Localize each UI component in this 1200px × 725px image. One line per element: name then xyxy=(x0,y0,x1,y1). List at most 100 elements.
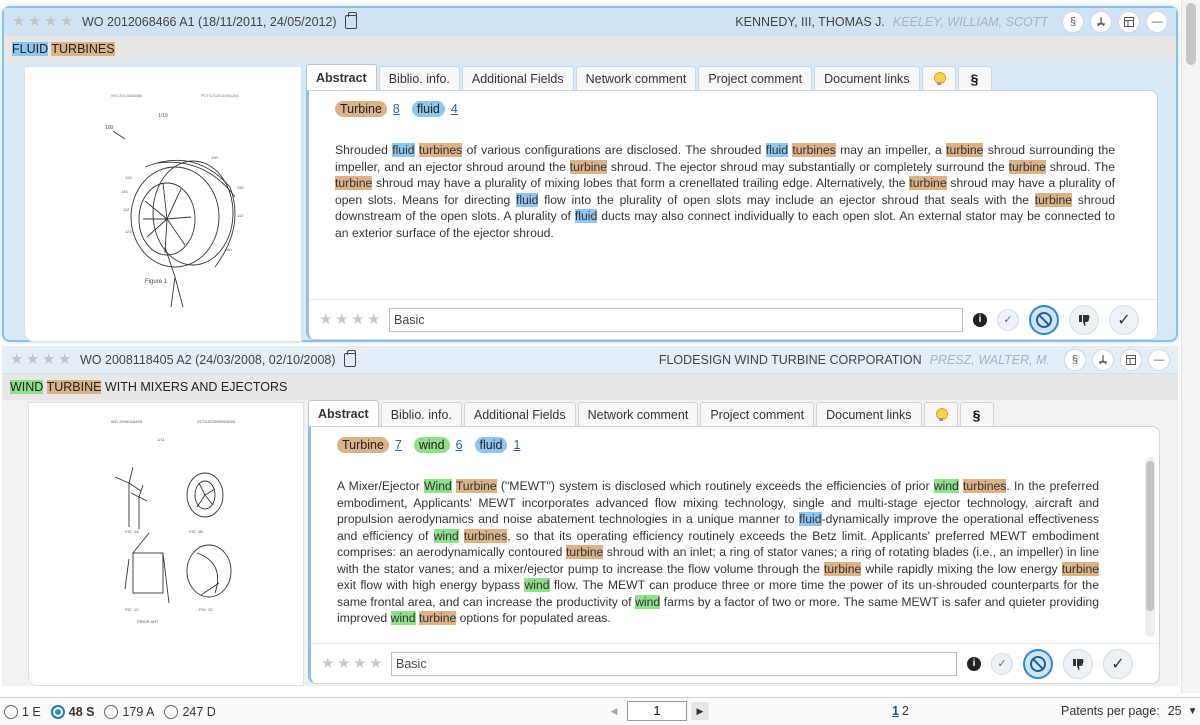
star-icon[interactable]: ★ xyxy=(369,656,383,671)
thumbs-down-button[interactable] xyxy=(1063,648,1093,679)
tab-additional-fields[interactable]: Additional Fields xyxy=(461,66,574,90)
keyword-chip[interactable]: wind xyxy=(413,437,450,453)
star-icon[interactable]: ★ xyxy=(42,352,56,367)
checkmark-small-button[interactable]: ✓ xyxy=(997,308,1019,331)
section-icon[interactable]: § xyxy=(1064,348,1086,371)
keyword-chip[interactable]: Turbine xyxy=(335,101,387,117)
prev-page-button[interactable]: ◀ xyxy=(605,702,623,720)
accept-button[interactable]: ✓ xyxy=(1109,304,1139,335)
filter-radio[interactable]: 179 A xyxy=(104,704,154,719)
check-icon: ✓ xyxy=(1111,655,1125,673)
star-icon[interactable]: ★ xyxy=(367,312,381,327)
page-input[interactable] xyxy=(627,701,687,721)
tab-network-comment[interactable]: Network comment xyxy=(577,402,699,426)
filter-radio[interactable]: 247 D xyxy=(164,704,216,719)
next-page-button[interactable]: ▶ xyxy=(691,702,709,720)
keyword-chip[interactable]: Turbine xyxy=(337,437,389,453)
tab-document-links[interactable]: Document links xyxy=(816,402,922,426)
keyword-count[interactable]: 6 xyxy=(456,438,463,452)
tab-abstract[interactable]: Abstract xyxy=(308,400,379,426)
chevron-down-icon[interactable]: ▼ xyxy=(1188,706,1198,717)
patent-card[interactable]: ★ ★ ★ ★ WO 2012068466 A1 (18/11/2011, 24… xyxy=(2,6,1178,342)
svg-text:150: 150 xyxy=(237,185,244,190)
star-icon[interactable]: ★ xyxy=(26,352,40,367)
radio-icon xyxy=(4,704,18,719)
patent-list[interactable]: ★ ★ ★ ★ WO 2012068466 A1 (18/11/2011, 24… xyxy=(0,0,1180,693)
collapse-icon[interactable]: — xyxy=(1148,348,1170,371)
tab-additional-fields[interactable]: Additional Fields xyxy=(463,402,576,426)
per-page-selector[interactable]: Patents per page: 25 ▼ xyxy=(1061,704,1198,718)
tab-biblio-info[interactable]: Biblio. info. xyxy=(378,66,460,90)
star-icon[interactable]: ★ xyxy=(351,312,365,327)
page-link-current[interactable]: 1 xyxy=(892,704,899,718)
review-rating[interactable]: ★ ★ ★ ★ xyxy=(319,312,381,327)
tab-legal[interactable]: § xyxy=(957,66,992,90)
rating-stars[interactable]: ★ ★ ★ ★ xyxy=(10,352,72,367)
tab-biblio-info[interactable]: Biblio. info. xyxy=(380,402,462,426)
info-icon[interactable]: i xyxy=(967,656,981,671)
section-icon: § xyxy=(970,70,979,87)
star-icon[interactable]: ★ xyxy=(10,352,24,367)
keyword-count[interactable]: 7 xyxy=(395,438,402,452)
keyword-count[interactable]: 1 xyxy=(513,438,520,452)
highlighted-keyword: turbine xyxy=(824,561,862,576)
block-button[interactable] xyxy=(1023,648,1053,679)
tab-network-comment[interactable]: Network comment xyxy=(575,66,697,90)
patent-card[interactable]: ★ ★ ★ ★ WO 2008118405 A2 (24/03/2008, 02… xyxy=(2,346,1178,686)
page-link[interactable]: 2 xyxy=(902,704,909,718)
accept-button[interactable]: ✓ xyxy=(1103,648,1133,679)
publication-number[interactable]: WO 2012068466 A1 (18/11/2011, 24/05/2012… xyxy=(82,15,337,29)
comment-input[interactable] xyxy=(389,307,963,332)
tab-hints[interactable] xyxy=(921,66,956,90)
per-page-value[interactable]: 25 xyxy=(1168,704,1182,718)
tab-project-comment[interactable]: Project comment xyxy=(700,402,815,426)
star-icon[interactable]: ★ xyxy=(44,14,58,29)
filter-radio[interactable]: 48 S xyxy=(50,704,94,719)
keyword-chip[interactable]: fluid xyxy=(474,437,508,453)
info-icon[interactable]: i xyxy=(973,312,987,327)
star-icon[interactable]: ★ xyxy=(321,656,335,671)
star-icon[interactable]: ★ xyxy=(337,656,351,671)
collapse-icon[interactable]: — xyxy=(1146,10,1168,33)
star-icon[interactable]: ★ xyxy=(12,14,26,29)
filter-radio[interactable]: 1 E xyxy=(4,704,41,719)
keyword-count[interactable]: 8 xyxy=(393,102,400,116)
layout-icon[interactable] xyxy=(1120,348,1142,371)
thumbs-down-button[interactable] xyxy=(1069,304,1099,335)
tab-document-links[interactable]: Document links xyxy=(814,66,920,90)
abstract-scrollbar[interactable] xyxy=(1145,457,1155,637)
keyword-chip[interactable]: fluid xyxy=(411,101,445,117)
scrollbar-thumb[interactable] xyxy=(1186,3,1196,65)
section-icon[interactable]: § xyxy=(1062,10,1084,33)
star-icon[interactable]: ★ xyxy=(353,656,367,671)
tab-abstract[interactable]: Abstract xyxy=(306,64,377,90)
star-icon[interactable]: ★ xyxy=(58,352,72,367)
svg-text:160: 160 xyxy=(225,247,232,252)
tab-legal[interactable]: § xyxy=(959,402,994,426)
star-icon[interactable]: ★ xyxy=(28,14,42,29)
publication-number[interactable]: WO 2008118405 A2 (24/03/2008, 02/10/2008… xyxy=(80,353,336,367)
patent-drawing[interactable]: WO 2012/068466 PCT/US2011/061264 1/19 10… xyxy=(24,66,302,342)
pdf-icon[interactable] xyxy=(1092,348,1114,371)
tab-project-comment[interactable]: Project comment xyxy=(698,66,813,90)
block-button[interactable] xyxy=(1029,304,1059,335)
keyword-count[interactable]: 4 xyxy=(451,102,458,116)
star-icon[interactable]: ★ xyxy=(319,312,333,327)
pdf-icon[interactable] xyxy=(1090,10,1112,33)
rating-stars[interactable]: ★ ★ ★ ★ xyxy=(12,14,74,29)
radio-icon xyxy=(164,704,179,719)
review-rating[interactable]: ★ ★ ★ ★ xyxy=(321,656,383,671)
page-scrollbar[interactable] xyxy=(1181,0,1200,693)
detail-tabs: Abstract Biblio. info. Additional Fields Ne… xyxy=(308,400,1178,426)
star-icon[interactable]: ★ xyxy=(335,312,349,327)
svg-text:124: 124 xyxy=(125,229,132,234)
copy-icon[interactable] xyxy=(344,11,357,29)
layout-icon[interactable] xyxy=(1118,10,1140,33)
checkmark-small-button[interactable]: ✓ xyxy=(991,652,1013,675)
star-icon[interactable]: ★ xyxy=(60,14,74,29)
patent-drawing[interactable]: WO 2008/118405 PCT/US2008/003853 1/11 FI… xyxy=(28,402,304,686)
highlighted-keyword: fluid xyxy=(574,209,598,223)
tab-hints[interactable] xyxy=(923,402,958,426)
copy-icon[interactable] xyxy=(343,349,356,367)
comment-input[interactable] xyxy=(391,651,957,676)
